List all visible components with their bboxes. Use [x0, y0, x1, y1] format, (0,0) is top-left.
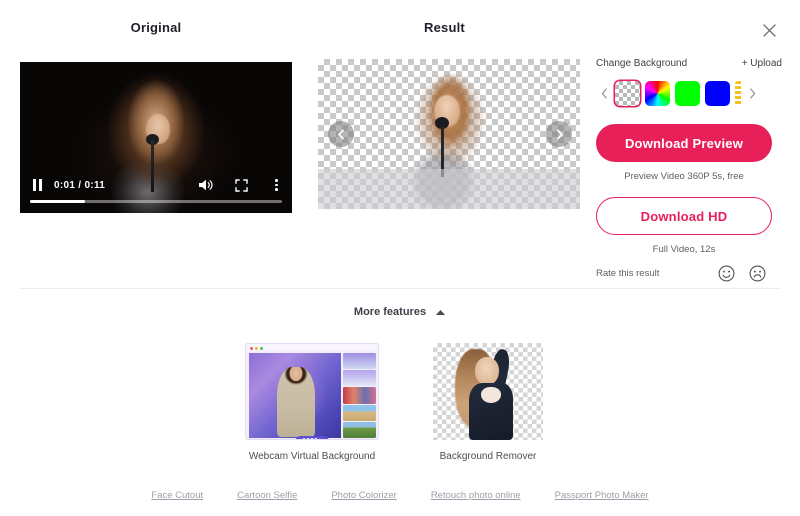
background-option-3	[343, 387, 376, 404]
swatch-rainbow[interactable]	[645, 81, 670, 106]
rate-result-row: Rate this result	[596, 265, 772, 282]
swatch-transparent[interactable]	[615, 81, 640, 106]
volume-icon[interactable]	[198, 178, 213, 192]
remover-model-head	[475, 357, 499, 385]
kebab-menu-icon[interactable]	[270, 178, 282, 192]
background-thumbnail-strip	[343, 353, 376, 439]
hd-caption: Full Video, 12s	[652, 244, 716, 255]
background-swatch-list	[596, 81, 782, 106]
background-option-4	[343, 404, 376, 421]
change-background-row: Change Background + Upload	[596, 58, 782, 69]
chevron-left-icon[interactable]	[598, 84, 610, 104]
more-features-toggle[interactable]: More features	[0, 303, 800, 321]
video-progress-bar[interactable]	[30, 200, 282, 203]
footer-link-photo-colorizer[interactable]: Photo Colorizer	[331, 490, 396, 501]
feature-card-caption: Webcam Virtual Background	[248, 451, 376, 462]
video-controls-bar: 0:01 / 0:11	[20, 173, 292, 213]
background-option-5	[343, 421, 376, 439]
original-video-player[interactable]: 0:01 / 0:11	[20, 62, 292, 213]
feature-count-badge: 1000+	[295, 436, 329, 439]
result-lower-band	[318, 169, 580, 209]
close-icon[interactable]	[758, 19, 780, 41]
window-titlebar	[246, 344, 378, 351]
webcam-stage	[249, 353, 341, 438]
video-time-display: 0:01 / 0:11	[54, 179, 106, 191]
background-option-1	[343, 353, 376, 370]
result-actions-sidebar: Change Background + Upload Download Prev…	[596, 58, 782, 282]
chevron-left-icon[interactable]	[328, 121, 354, 147]
feature-card-background-remover[interactable]: Background Remover	[421, 343, 555, 462]
result-panel-title: Result	[424, 20, 465, 35]
original-panel-title: Original	[130, 20, 182, 35]
swatch-blue[interactable]	[705, 81, 730, 106]
background-remover-app: Original Result 0:01 / 0:11 Change Backg…	[0, 0, 800, 516]
pause-icon[interactable]	[30, 178, 44, 192]
happy-face-icon[interactable]	[718, 265, 735, 282]
download-hd-button[interactable]: Download HD	[596, 197, 772, 235]
caret-up-icon	[435, 303, 446, 321]
window-maximize-dot	[260, 346, 263, 350]
fullscreen-icon[interactable]	[235, 178, 248, 192]
section-divider	[20, 288, 780, 289]
remover-model-neckline	[481, 387, 501, 403]
footer-link-list: Face Cutout Cartoon Selfie Photo Coloriz…	[0, 490, 800, 501]
chevron-right-icon[interactable]	[546, 121, 572, 147]
feature-card-webcam-virtual-background[interactable]: 1000+ Webcam Virtual Background	[245, 343, 379, 462]
footer-link-face-cutout[interactable]: Face Cutout	[151, 490, 203, 501]
swatch-yellow-partial[interactable]	[735, 81, 741, 106]
background-option-2	[343, 370, 376, 387]
upload-background-button[interactable]: + Upload	[742, 58, 782, 69]
footer-link-cartoon-selfie[interactable]: Cartoon Selfie	[237, 490, 297, 501]
rate-icon-group	[718, 265, 772, 282]
more-features-label: More features	[353, 306, 427, 318]
swatch-green[interactable]	[675, 81, 700, 106]
webcam-person	[277, 367, 315, 437]
footer-link-retouch-photo-online[interactable]: Retouch photo online	[431, 490, 521, 501]
preview-caption: Preview Video 360P 5s, free	[624, 171, 744, 182]
feature-card-caption: Background Remover	[439, 451, 537, 462]
chevron-right-icon[interactable]	[746, 84, 758, 104]
video-progress-fill	[30, 200, 86, 203]
download-preview-button[interactable]: Download Preview	[596, 124, 772, 162]
window-close-dot	[250, 346, 253, 350]
window-minimize-dot	[255, 346, 258, 350]
footer-link-passport-photo-maker[interactable]: Passport Photo Maker	[555, 490, 649, 501]
result-preview	[318, 59, 580, 209]
rate-result-label: Rate this result	[596, 268, 660, 279]
feature-cards: 1000+ Webcam Virtual Background Backgrou…	[0, 343, 800, 462]
webcam-virtual-background-thumbnail: 1000+	[245, 343, 379, 440]
change-background-label: Change Background	[596, 58, 688, 69]
background-remover-thumbnail	[433, 343, 543, 440]
sad-face-icon[interactable]	[749, 265, 766, 282]
